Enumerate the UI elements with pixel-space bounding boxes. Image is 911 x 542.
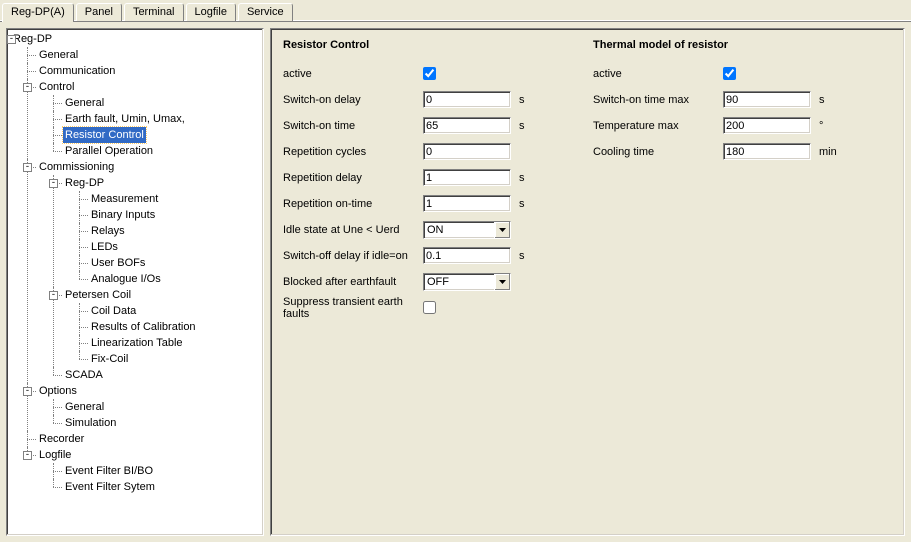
tree-item-com-regdp[interactable]: Reg-DP [63, 175, 106, 191]
input-switch-on-time[interactable] [423, 117, 511, 134]
unit-s: s [511, 120, 543, 132]
collapse-icon[interactable]: - [49, 179, 58, 188]
tab-terminal[interactable]: Terminal [124, 3, 184, 21]
tree-item-analogue-io[interactable]: Analogue I/Os [89, 271, 163, 287]
tab-logfile[interactable]: Logfile [186, 3, 236, 21]
unit-min: min [811, 146, 843, 158]
tree-item-event-filter-system[interactable]: Event Filter Sytem [63, 479, 157, 495]
label-blocked-after-earthfault: Blocked after earthfault [283, 276, 423, 288]
tab-label: Terminal [133, 6, 175, 18]
tree-item-regdp[interactable]: Reg-DP [11, 31, 54, 47]
nav-tree[interactable]: - Reg-DP General Communication - Control… [6, 28, 264, 536]
tree-item-logfile[interactable]: Logfile [37, 447, 73, 463]
label-repetition-on-time: Repetition on-time [283, 198, 423, 210]
tree-item-recorder[interactable]: Recorder [37, 431, 86, 447]
tree-item-options-simulation[interactable]: Simulation [63, 415, 118, 431]
input-repetition-delay[interactable] [423, 169, 511, 186]
label-thermal-active: active [593, 68, 723, 80]
label-idle-state: Idle state at Une < Uerd [283, 224, 423, 236]
label-switch-on-delay: Switch-on delay [283, 94, 423, 106]
tree-item-results-calibration[interactable]: Results of Calibration [89, 319, 198, 335]
label-switch-on-time: Switch-on time [283, 120, 423, 132]
input-switch-on-delay[interactable] [423, 91, 511, 108]
input-cooling-time[interactable] [723, 143, 811, 160]
label-switch-off-delay: Switch-off delay if idle=on [283, 250, 423, 262]
tab-strip: Reg-DP(A) Panel Terminal Logfile Service [0, 0, 911, 21]
label-suppress-transient: Suppress transient earth faults [283, 296, 423, 320]
tab-label: Service [247, 6, 284, 18]
collapse-icon[interactable]: - [23, 163, 32, 172]
tab-label: Logfile [195, 6, 227, 18]
tree-item-control[interactable]: Control [37, 79, 76, 95]
tree-item-event-filter-bibo[interactable]: Event Filter BI/BO [63, 463, 155, 479]
collapse-icon[interactable]: - [23, 387, 32, 396]
chevron-down-icon[interactable] [494, 274, 510, 290]
input-switch-off-delay[interactable] [423, 247, 511, 264]
tree-item-relays[interactable]: Relays [89, 223, 127, 239]
tree-item-general[interactable]: General [37, 47, 80, 63]
tree-item-options[interactable]: Options [37, 383, 79, 399]
unit-degree: ° [811, 120, 843, 132]
unit-s: s [511, 250, 543, 262]
form-pane: Resistor Control active Switch-on delay … [270, 28, 905, 536]
checkbox-thermal-active[interactable] [723, 67, 736, 80]
tree-item-measurement[interactable]: Measurement [89, 191, 160, 207]
tree-item-communication[interactable]: Communication [37, 63, 117, 79]
tab-label: Panel [85, 6, 113, 18]
label-switch-on-time-max: Switch-on time max [593, 94, 723, 106]
tab-service[interactable]: Service [238, 3, 293, 21]
unit-s: s [511, 172, 543, 184]
section-title-resistor: Resistor Control [283, 39, 573, 51]
tree-item-user-bofs[interactable]: User BOFs [89, 255, 147, 271]
collapse-icon[interactable]: - [23, 451, 32, 460]
tree-item-scada[interactable]: SCADA [63, 367, 105, 383]
label-cooling-time: Cooling time [593, 146, 723, 158]
checkbox-suppress-transient[interactable] [423, 301, 436, 314]
tree-item-fix-coil[interactable]: Fix-Coil [89, 351, 130, 367]
input-repetition-on-time[interactable] [423, 195, 511, 212]
tab-regdp[interactable]: Reg-DP(A) [2, 3, 74, 22]
tree-item-leds[interactable]: LEDs [89, 239, 120, 255]
select-blocked-value: OFF [424, 276, 494, 288]
tree-item-petersen-coil[interactable]: Petersen Coil [63, 287, 133, 303]
tree-item-binary-inputs[interactable]: Binary Inputs [89, 207, 157, 223]
tree-item-commissioning[interactable]: Commissioning [37, 159, 116, 175]
tree-item-control-general[interactable]: General [63, 95, 106, 111]
collapse-icon[interactable]: - [49, 291, 58, 300]
tree-item-resistor-control[interactable]: Resistor Control [63, 127, 146, 143]
label-repetition-cycles: Repetition cycles [283, 146, 423, 158]
select-idle-state[interactable]: ON [423, 221, 511, 239]
input-switch-on-time-max[interactable] [723, 91, 811, 108]
tree-item-parallel-operation[interactable]: Parallel Operation [63, 143, 155, 159]
collapse-icon[interactable]: - [7, 35, 16, 44]
tree-item-linearization-table[interactable]: Linearization Table [89, 335, 185, 351]
section-title-thermal: Thermal model of resistor [593, 39, 892, 51]
select-idle-state-value: ON [424, 224, 494, 236]
tab-panel[interactable]: Panel [76, 3, 122, 21]
input-temperature-max[interactable] [723, 117, 811, 134]
unit-s: s [811, 94, 843, 106]
section-thermal-model: Thermal model of resistor active Switch-… [593, 39, 892, 325]
tree-item-options-general[interactable]: General [63, 399, 106, 415]
label-active: active [283, 68, 423, 80]
input-repetition-cycles[interactable] [423, 143, 511, 160]
checkbox-resistor-active[interactable] [423, 67, 436, 80]
unit-s: s [511, 94, 543, 106]
select-blocked-after-earthfault[interactable]: OFF [423, 273, 511, 291]
tree-item-coil-data[interactable]: Coil Data [89, 303, 138, 319]
label-temperature-max: Temperature max [593, 120, 723, 132]
client-area: - Reg-DP General Communication - Control… [0, 21, 911, 542]
tree-item-control-earth[interactable]: Earth fault, Umin, Umax, [63, 111, 187, 127]
chevron-down-icon[interactable] [494, 222, 510, 238]
section-resistor-control: Resistor Control active Switch-on delay … [283, 39, 573, 325]
tab-label: Reg-DP(A) [11, 6, 65, 18]
collapse-icon[interactable]: - [23, 83, 32, 92]
label-repetition-delay: Repetition delay [283, 172, 423, 184]
unit-s: s [511, 198, 543, 210]
